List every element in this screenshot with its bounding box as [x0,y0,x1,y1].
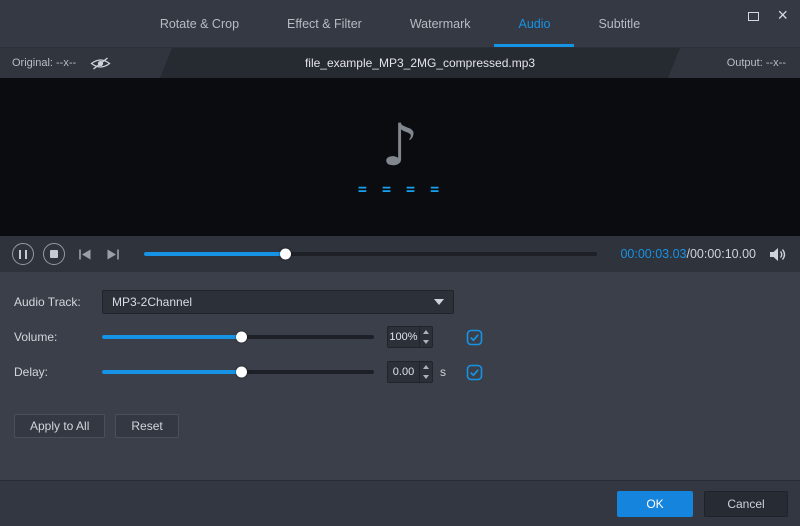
audio-track-label: Audio Track: [14,295,81,309]
output-resolution-label: Output: --x-- [726,57,786,69]
eye-off-icon[interactable] [90,56,111,71]
original-resolution-label: Original: --x-- [12,57,77,69]
tab-audio[interactable]: Audio [494,0,574,47]
pause-button[interactable] [12,243,34,265]
seek-track[interactable] [144,248,598,260]
delay-row: Delay: s [14,358,786,386]
total-time: /00:00:10.00 [686,247,756,261]
info-bar: Original: --x-- file_example_MP3_2MG_com… [0,48,800,78]
stop-icon [50,250,58,258]
volume-label: Volume: [14,330,58,344]
delay-spinner [419,362,432,382]
delay-numbox [387,361,433,383]
delay-track[interactable] [102,366,374,378]
delay-handle[interactable] [235,366,247,378]
audio-track-row: Audio Track: MP3-2Channel [14,288,786,316]
delay-spin-up[interactable] [420,362,432,372]
delay-input[interactable] [388,362,419,382]
audio-editor-window: Rotate & Crop Effect & Filter Watermark … [0,0,800,526]
maximize-icon[interactable] [748,12,760,21]
checkmark-square-icon [466,364,483,380]
volume-numbox [387,326,433,348]
volume-input[interactable] [388,327,419,347]
speaker-icon [770,247,786,261]
audio-track-selected: MP3-2Channel [112,295,193,309]
chevron-down-icon [434,299,444,305]
previous-button[interactable] [77,248,93,261]
delay-label: Delay: [14,365,49,379]
tab-subtitle[interactable]: Subtitle [574,0,664,47]
stop-button[interactable] [43,243,65,265]
audio-settings-panel: Audio Track: MP3-2Channel Volume: 100% D… [0,272,800,480]
output-info: Output: --x-- [680,48,800,78]
seek-fill [144,248,291,260]
apply-to-all-button[interactable]: Apply to All [14,414,106,438]
ok-button[interactable]: OK [617,490,693,517]
volume-spin-up[interactable] [420,327,432,337]
tab-rotate-crop[interactable]: Rotate & Crop [136,0,263,47]
seek-handle[interactable] [279,248,291,260]
delay-apply-all-toggle[interactable] [466,364,483,381]
tab-effect-filter[interactable]: Effect & Filter [263,0,386,47]
current-time: 00:00:03.03 [620,247,687,261]
tab-watermark[interactable]: Watermark [386,0,495,47]
panel-buttons: Apply to All Reset [14,414,786,438]
delay-spin-down[interactable] [420,372,432,382]
reset-button[interactable]: Reset [115,414,179,438]
delay-slider[interactable] [102,366,374,378]
filename: file_example_MP3_2MG_compressed.mp3 [160,48,680,78]
audio-loading-dashes: = = = = [357,180,443,198]
volume-apply-all-toggle[interactable] [466,329,483,346]
audio-track-dropdown[interactable]: MP3-2Channel [102,290,454,314]
cancel-button[interactable]: Cancel [704,490,788,517]
volume-spinner [419,327,432,347]
tab-bar: Rotate & Crop Effect & Filter Watermark … [0,0,800,48]
next-button[interactable] [105,248,121,261]
volume-handle[interactable] [235,331,247,343]
skip-back-icon [79,249,91,259]
original-info: Original: --x-- [0,48,160,78]
volume-track[interactable] [102,331,374,343]
volume-mute-button[interactable] [769,247,788,262]
pause-icon [19,249,27,259]
volume-slider[interactable] [102,331,374,343]
time-display: 00:00:03.03/00:00:10.00 [620,247,756,261]
playback-bar: 00:00:03.03/00:00:10.00 [0,236,800,272]
music-note-icon: ♪ [381,111,419,179]
checkmark-square-icon [466,329,483,345]
volume-row: Volume: [14,323,786,351]
delay-unit: s [440,365,446,379]
window-controls: × [748,6,788,24]
volume-fill [102,331,247,343]
seek-slider[interactable] [144,248,598,260]
delay-fill [102,366,247,378]
close-icon[interactable]: × [777,6,788,24]
skip-forward-icon [107,249,119,259]
volume-spin-down[interactable] [420,337,432,347]
footer-bar: OK Cancel [0,480,800,526]
preview-area: ♪ = = = = [0,78,800,236]
